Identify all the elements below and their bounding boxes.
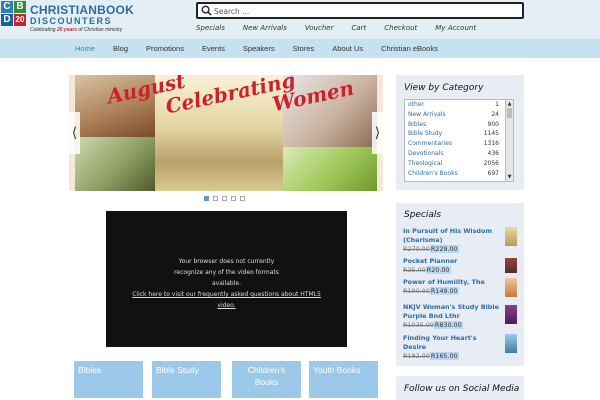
category-option[interactable]: Commentaries 1316 <box>405 139 513 149</box>
hero-slider[interactable]: August Celebrating Women ⟨ ⟩ <box>69 75 383 191</box>
specials-title: Specials <box>404 210 442 220</box>
logo-letter-d: D <box>1 14 13 26</box>
slider-prev-button[interactable]: ⟨ <box>69 112 80 154</box>
slider-next-button[interactable]: ⟩ <box>372 112 383 154</box>
nav-speakers[interactable]: Speakers <box>234 44 284 53</box>
toplink-new-arrivals[interactable]: New Arrivals <box>243 24 287 32</box>
special-item-title[interactable]: Pocket Planner <box>403 257 499 266</box>
sale-price: R20.00 <box>425 266 451 274</box>
logo-wordmark-line1: CHRISTIANBOOK <box>30 3 134 17</box>
logo-wordmark-line2: DISCOUNTERS <box>30 16 113 26</box>
slider-dot[interactable] <box>213 196 218 201</box>
book-cover-thumbnail[interactable] <box>505 258 517 273</box>
special-item[interactable]: NKJV Woman's Study Bible Purple Bnd Lthr… <box>403 303 517 333</box>
scroll-up-icon[interactable]: ▲ <box>507 101 512 107</box>
category-option[interactable]: New Arrivals 24 <box>405 110 513 120</box>
nav-christian-ebooks[interactable]: Christian eBooks <box>372 44 447 53</box>
search-input[interactable] <box>214 5 514 17</box>
sale-price: R830.00 <box>433 321 463 329</box>
book-cover-thumbnail[interactable] <box>505 227 517 246</box>
slider-dot[interactable] <box>204 196 209 201</box>
special-item-title[interactable]: Finding Your Heart's Desire <box>403 334 499 352</box>
nav-events[interactable]: Events <box>193 44 234 53</box>
slide-photo-woman-field <box>283 147 377 191</box>
specials-box: Specials In Pursuit of His Wisdom (Chari… <box>396 203 524 366</box>
category-option[interactable]: Bible Study 1145 <box>405 129 513 139</box>
book-cover-thumbnail[interactable] <box>505 278 517 297</box>
social-media-box: Follow us on Social Media <box>396 376 524 400</box>
video-unsupported-message: Your browser does not currently recogniz… <box>174 258 279 287</box>
view-by-category-box: View by Category other 1 New Arrivals 24 B… <box>396 75 524 190</box>
logo-letter-20: 20 <box>14 14 26 26</box>
video-player[interactable]: Your browser does not currently recogniz… <box>106 211 347 347</box>
sale-price: R149.00 <box>429 287 459 295</box>
toplink-voucher[interactable]: Voucher <box>305 24 334 32</box>
view-by-category-title: View by Category <box>404 83 484 93</box>
sale-price: R229.00 <box>429 245 459 253</box>
sale-price: R165.00 <box>429 352 459 360</box>
account-links: Specials New Arrivals Voucher Cart Check… <box>196 24 494 32</box>
special-item-title[interactable]: In Pursuit of His Wisdom (Charisma) <box>403 227 499 245</box>
slider-dot[interactable] <box>231 196 236 201</box>
toplink-checkout[interactable]: Checkout <box>384 24 417 32</box>
site-logo[interactable]: C B D 20 CHRISTIANBOOK DISCOUNTERS Celeb… <box>1 1 134 37</box>
category-option[interactable]: Children's Books 697 <box>405 169 513 179</box>
special-item[interactable]: Power of Humility, The R190.00R149.00 <box>403 278 517 300</box>
tile-bibles[interactable]: Bibles <box>74 361 143 398</box>
slider-dot[interactable] <box>222 196 227 201</box>
old-price: R35.00 <box>403 266 426 274</box>
special-item-title[interactable]: Power of Humility, The <box>403 278 499 287</box>
main-nav: Home Blog Promotions Events Speakers Sto… <box>0 39 600 58</box>
old-price: R190.00 <box>403 287 430 295</box>
nav-about-us[interactable]: About Us <box>323 44 372 53</box>
logo-tagline: Celebrating 20 years of Christian minist… <box>30 27 123 33</box>
special-item-title[interactable]: NKJV Woman's Study Bible Purple Bnd Lthr <box>403 303 499 321</box>
book-cover-thumbnail[interactable] <box>505 334 517 353</box>
toplink-cart[interactable]: Cart <box>351 24 366 32</box>
social-media-title: Follow us on Social Media <box>404 384 520 394</box>
toplink-my-account[interactable]: My Account <box>435 24 476 32</box>
nav-promotions[interactable]: Promotions <box>137 44 193 53</box>
old-price: R270.00 <box>403 245 430 253</box>
category-option[interactable]: Bibles 900 <box>405 120 513 130</box>
top-bar: C B D 20 CHRISTIANBOOK DISCOUNTERS Celeb… <box>0 0 600 39</box>
slider-dot[interactable] <box>240 196 245 201</box>
logo-letter-b: B <box>14 1 26 13</box>
search-box <box>196 2 524 19</box>
category-option[interactable]: Theological 2056 <box>405 159 513 169</box>
special-item[interactable]: Finding Your Heart's Desire R182.00R165.… <box>403 334 517 360</box>
tile-youth-books[interactable]: Youth Books <box>309 361 378 398</box>
tile-childrens-books[interactable]: Children's Books <box>232 361 301 398</box>
slide-photo-girl-smiling <box>75 137 155 191</box>
scroll-down-icon[interactable]: ▼ <box>507 174 512 180</box>
category-option[interactable]: other 1 <box>405 100 513 110</box>
old-price: R182.00 <box>403 352 430 360</box>
nav-blog[interactable]: Blog <box>104 44 137 53</box>
category-list-scrollbar[interactable]: ▲ ▼ <box>505 100 513 181</box>
category-option[interactable]: Devotionals 436 <box>405 149 513 159</box>
logo-letter-c: C <box>1 1 13 13</box>
video-faq-link[interactable]: Click here to visit our frequently asked… <box>106 289 347 311</box>
search-icon[interactable] <box>201 5 212 16</box>
nav-home[interactable]: Home <box>66 44 104 53</box>
special-item[interactable]: Pocket Planner R35.00R20.00 <box>403 257 517 279</box>
book-cover-thumbnail[interactable] <box>505 305 517 324</box>
nav-stores[interactable]: Stores <box>284 44 324 53</box>
old-price: R1035.00 <box>403 321 434 329</box>
toplink-specials[interactable]: Specials <box>196 24 225 32</box>
special-item[interactable]: In Pursuit of His Wisdom (Charisma) R270… <box>403 227 517 253</box>
slider-pagination <box>204 196 249 201</box>
category-list[interactable]: other 1 New Arrivals 24 Bibles 900 Bible St… <box>404 99 514 182</box>
tile-bible-study[interactable]: Bible Study <box>152 361 221 398</box>
scrollbar-thumb[interactable] <box>507 108 512 118</box>
